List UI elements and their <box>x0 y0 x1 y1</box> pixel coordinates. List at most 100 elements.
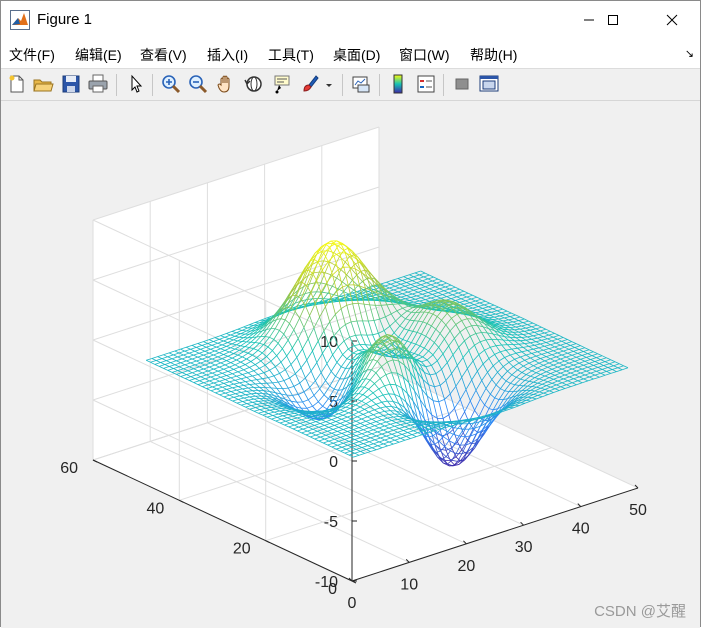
mesh-edge <box>435 385 441 387</box>
mesh-edge <box>413 331 417 332</box>
open-file-icon[interactable] <box>32 73 54 95</box>
menu-tools[interactable]: 工具(T) <box>268 45 314 65</box>
save-icon[interactable] <box>60 73 82 95</box>
mesh-plot-axes[interactable]: 010203040500204060-10-50510 <box>1 101 701 628</box>
mesh-edge <box>563 351 567 353</box>
menu-edit[interactable]: 编辑(E) <box>75 45 122 65</box>
mesh-edge <box>482 381 486 389</box>
mesh-edge <box>583 350 589 352</box>
mesh-edge <box>545 374 551 377</box>
mesh-edge <box>477 308 483 310</box>
mesh-edge <box>525 343 531 344</box>
mesh-edge <box>405 285 411 287</box>
zoom-in-icon[interactable] <box>160 73 182 95</box>
mesh-edge <box>467 361 473 369</box>
x-tick-label: 50 <box>629 502 647 519</box>
mesh-edge <box>533 366 537 368</box>
mesh-edge <box>555 387 561 389</box>
mesh-edge <box>582 355 586 357</box>
maximize-button[interactable] <box>590 1 636 39</box>
mesh-edge <box>555 359 561 361</box>
mesh-edge <box>394 333 398 337</box>
mesh-edge <box>526 327 532 328</box>
mesh-edge <box>538 365 544 368</box>
colorbar-icon[interactable] <box>387 73 409 95</box>
mesh-edge <box>500 316 504 318</box>
mesh-edge <box>430 375 434 387</box>
mesh-edge <box>526 328 530 330</box>
menu-view[interactable]: 查看(V) <box>140 45 187 65</box>
mesh-edge <box>393 417 399 418</box>
mesh-edge <box>592 354 598 356</box>
mesh-edge <box>528 369 532 371</box>
mesh-edge <box>422 279 428 281</box>
mesh-edge <box>427 296 431 298</box>
mesh-edge <box>569 349 573 351</box>
legend-icon[interactable] <box>415 73 437 95</box>
mesh-edge <box>490 347 494 354</box>
brush-icon[interactable] <box>299 73 321 95</box>
show-plot-tools-icon[interactable] <box>478 73 500 95</box>
menu-insert[interactable]: 插入(I) <box>207 45 248 65</box>
menu-file[interactable]: 文件(F) <box>9 45 55 65</box>
mesh-edge <box>522 326 526 328</box>
brush-dropdown-icon[interactable] <box>322 73 336 95</box>
mesh-edge <box>432 361 438 366</box>
mesh-edge <box>405 286 409 288</box>
mesh-edge <box>566 369 572 371</box>
mesh-edge <box>520 357 524 360</box>
data-cursor-icon[interactable] <box>271 73 293 95</box>
mesh-edge <box>409 288 413 290</box>
mesh-edge <box>520 355 526 357</box>
mesh-edge <box>540 331 544 333</box>
close-button[interactable] <box>649 1 695 39</box>
figure-canvas[interactable]: 010203040500204060-10-50510 CSDN @艾醒 <box>1 101 700 628</box>
mesh-edge <box>519 344 523 347</box>
print-icon[interactable] <box>87 73 109 95</box>
edit-plot-arrow-icon[interactable] <box>125 73 147 95</box>
link-plot-icon[interactable] <box>350 73 372 95</box>
mesh-edge <box>535 361 539 363</box>
mesh-edge <box>500 315 506 316</box>
mesh-edge <box>407 341 411 343</box>
toolbar-separator <box>443 74 444 96</box>
pan-hand-icon[interactable] <box>215 73 237 95</box>
mesh-edge <box>568 351 574 353</box>
mesh-edge <box>477 364 483 371</box>
mesh-edge <box>469 345 475 350</box>
mesh-edge <box>408 277 414 279</box>
figure-window: Figure 1 文件(F) 编辑(E) 查看(V) 插入(I) 工具(T) 桌… <box>0 0 701 627</box>
mesh-edge <box>566 342 572 344</box>
menu-window[interactable]: 窗口(W) <box>399 45 450 65</box>
mesh-edge <box>578 381 582 383</box>
mesh-edge <box>432 281 436 283</box>
mesh-edge <box>399 286 405 288</box>
menu-desktop[interactable]: 桌面(D) <box>333 45 380 65</box>
mesh-edge <box>287 308 291 309</box>
mesh-edge <box>588 365 594 367</box>
mesh-edge <box>575 348 579 350</box>
mesh-edge <box>551 385 557 387</box>
mesh-edge <box>410 299 416 300</box>
mesh-edge <box>516 327 520 329</box>
mesh-edge <box>414 346 420 354</box>
new-figure-icon[interactable] <box>6 73 28 95</box>
hide-plot-tools-icon[interactable] <box>451 73 473 95</box>
menu-help[interactable]: 帮助(H) <box>470 45 517 65</box>
mesh-edge <box>438 293 442 295</box>
mesh-edge <box>517 335 521 338</box>
rotate-3d-icon[interactable] <box>243 73 265 95</box>
mesh-edge <box>420 287 426 289</box>
mesh-edge <box>436 320 442 329</box>
mesh-edge <box>565 345 571 347</box>
mesh-edge <box>503 320 509 321</box>
zoom-out-icon[interactable] <box>187 73 209 95</box>
mesh-edge <box>546 355 552 357</box>
mesh-edge <box>588 379 594 381</box>
mesh-edge <box>514 329 520 330</box>
mesh-edge <box>492 339 496 345</box>
mesh-edge <box>543 335 549 337</box>
mesh-edge <box>252 328 256 329</box>
dock-arrow-icon[interactable]: ↘ <box>685 47 694 60</box>
mesh-edge <box>412 281 416 283</box>
